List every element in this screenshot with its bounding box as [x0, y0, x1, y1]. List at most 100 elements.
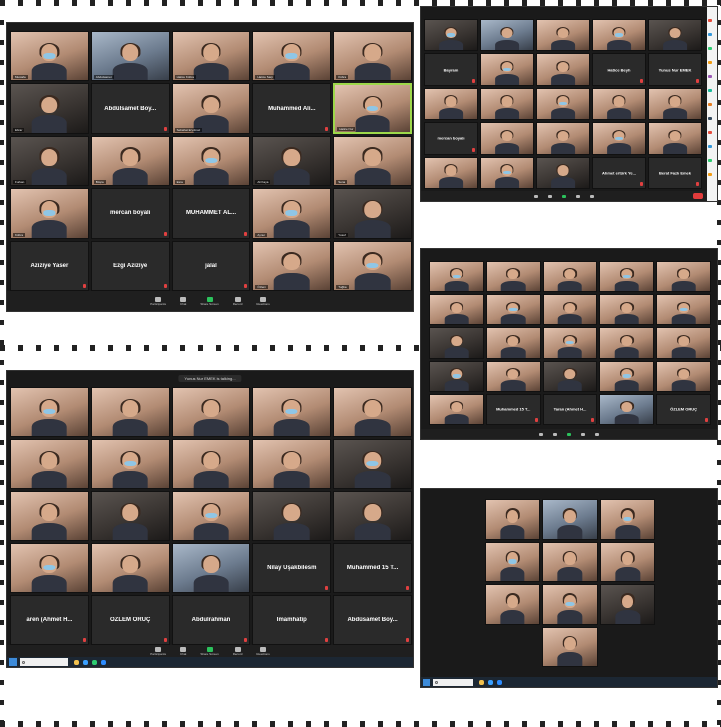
chat-button[interactable]: Chat — [180, 646, 186, 656]
taskbar-search[interactable] — [433, 678, 473, 686]
participant-tile[interactable] — [536, 87, 590, 121]
edge-icon[interactable] — [83, 659, 88, 665]
participant-tile[interactable] — [599, 584, 656, 625]
reactions-button[interactable]: Reactions — [256, 646, 270, 656]
app-shortcut-icon[interactable] — [708, 117, 712, 120]
participant-tile[interactable] — [648, 19, 702, 52]
participants-button[interactable] — [539, 432, 543, 436]
participant-tile[interactable] — [542, 360, 598, 392]
participant-tile[interactable] — [333, 387, 412, 437]
participant-tile[interactable] — [480, 156, 534, 189]
app-shortcut-icon[interactable] — [708, 19, 712, 22]
participant-tile[interactable]: ÖZLEM ORUÇ — [90, 595, 170, 645]
participant-tile[interactable] — [536, 19, 590, 52]
record-button[interactable]: Record — [233, 646, 242, 656]
participant-tile[interactable]: Ebrar — [10, 83, 89, 134]
share-screen-button[interactable]: Share Screen — [200, 296, 219, 306]
participant-tile[interactable]: Yunus Nur EMEK — [648, 53, 702, 86]
reactions-button[interactable] — [595, 432, 599, 436]
participant-tile[interactable]: Bayram — [424, 53, 478, 86]
participant-tile[interactable] — [10, 387, 89, 437]
app-shortcut-icon[interactable] — [708, 131, 712, 134]
participant-tile[interactable] — [10, 543, 89, 593]
participant-tile[interactable]: Hatice Kübra — [171, 31, 251, 82]
participant-tile[interactable] — [333, 439, 412, 489]
participant-tile[interactable] — [542, 584, 598, 625]
participant-tile[interactable]: MUHAMMET AL... — [171, 188, 251, 239]
participant-tile[interactable] — [599, 294, 655, 326]
participant-tile[interactable]: Muhammed 15 T... — [333, 543, 412, 593]
participant-tile[interactable]: Esra — [171, 135, 251, 187]
zoom-app-icon[interactable] — [497, 679, 502, 685]
app-shortcut-icon[interactable] — [708, 61, 712, 64]
participant-tile[interactable] — [648, 122, 702, 155]
participant-tile[interactable]: Sena — [333, 135, 412, 187]
record-button[interactable] — [581, 432, 585, 436]
participants-button[interactable]: Participants — [150, 296, 166, 306]
participant-tile[interactable] — [599, 360, 655, 392]
participant-tile[interactable]: Ezgi Aziziye — [90, 240, 170, 291]
participant-tile[interactable]: mercan boyalı — [90, 188, 170, 239]
file-explorer-icon[interactable] — [74, 659, 79, 665]
participant-tile[interactable] — [90, 387, 170, 437]
participant-tile[interactable] — [542, 294, 598, 326]
participant-tile[interactable] — [480, 19, 534, 52]
participant-tile[interactable]: Tuğba — [333, 240, 412, 291]
participant-tile[interactable] — [599, 541, 656, 582]
participant-tile[interactable] — [252, 491, 332, 541]
participant-tile[interactable] — [484, 499, 541, 540]
participant-tile[interactable]: Mustafa — [10, 31, 89, 82]
participant-tile[interactable]: Berat Fazlı Emek — [648, 156, 702, 189]
participant-tile[interactable] — [171, 491, 251, 541]
participant-tile[interactable] — [542, 541, 598, 582]
participant-tile[interactable]: Abdülsamet Boy... — [90, 83, 170, 134]
participant-tile[interactable]: Furkan — [10, 135, 89, 187]
participant-tile[interactable] — [656, 327, 711, 359]
share-screen-button[interactable] — [562, 194, 566, 198]
participant-tile[interactable] — [480, 53, 534, 86]
participant-tile[interactable]: jalal — [171, 240, 251, 291]
participant-tile[interactable] — [648, 87, 702, 121]
participant-tile[interactable] — [599, 327, 655, 359]
participant-tile[interactable] — [599, 499, 656, 540]
participant-tile[interactable] — [485, 360, 541, 392]
participant-tile[interactable] — [542, 499, 598, 540]
edge-icon[interactable] — [488, 679, 493, 685]
participant-tile[interactable] — [10, 439, 89, 489]
participant-tile[interactable] — [599, 261, 655, 293]
participant-tile[interactable]: Hatice Beyh — [592, 53, 646, 86]
participant-tile[interactable] — [599, 393, 655, 425]
participant-tile[interactable] — [252, 387, 332, 437]
participant-tile[interactable]: Muhammed Ali... — [252, 83, 332, 134]
record-button[interactable]: Record — [233, 296, 242, 306]
participant-tile[interactable] — [429, 294, 484, 326]
participant-tile[interactable]: Aziziye Yaser — [10, 240, 89, 291]
participant-tile[interactable] — [484, 584, 541, 625]
participant-tile[interactable] — [480, 122, 534, 155]
app-shortcut-icon[interactable] — [708, 173, 712, 176]
reactions-button[interactable] — [590, 194, 594, 198]
app-shortcut-icon[interactable] — [708, 89, 712, 92]
participant-tile[interactable] — [536, 156, 590, 189]
participant-tile[interactable]: Nilay Uşakbilesm — [252, 543, 332, 593]
participant-tile[interactable]: Hatice Sarp — [252, 31, 332, 82]
participant-tile[interactable]: İmamhatip — [252, 595, 332, 645]
app-shortcut-icon[interactable] — [708, 47, 712, 50]
participant-tile[interactable] — [485, 294, 541, 326]
participant-tile[interactable] — [90, 543, 170, 593]
participant-tile[interactable] — [252, 439, 332, 489]
participant-tile[interactable]: Ahmet ertürk Ye... — [592, 156, 646, 189]
file-explorer-icon[interactable] — [479, 679, 484, 685]
participant-tile[interactable]: Abdulrahman — [171, 595, 251, 645]
participant-tile[interactable] — [90, 491, 170, 541]
participant-tile[interactable] — [480, 87, 534, 121]
participant-tile[interactable] — [171, 439, 251, 489]
end-meeting-button[interactable] — [693, 193, 703, 199]
participant-tile[interactable] — [333, 491, 412, 541]
participant-tile[interactable]: Büşra — [90, 135, 170, 187]
participant-tile[interactable]: Abdüsamet Boy... — [333, 595, 412, 645]
participant-tile[interactable] — [542, 626, 598, 667]
taskbar-search[interactable] — [20, 658, 68, 666]
participant-tile[interactable]: Aynur — [252, 188, 332, 239]
chat-button[interactable]: Chat — [180, 296, 186, 306]
